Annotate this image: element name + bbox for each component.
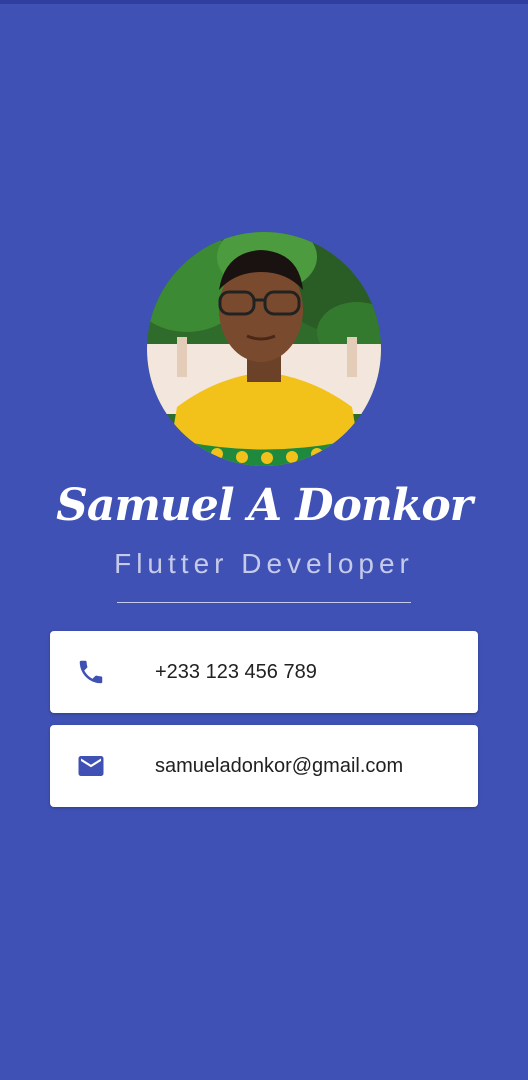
phone-icon bbox=[76, 657, 106, 687]
email-card[interactable]: samueladonkor@gmail.com bbox=[50, 725, 478, 807]
status-bar bbox=[0, 0, 528, 4]
profile-name: Samuel A Donkor bbox=[56, 480, 473, 531]
phone-card[interactable]: +233 123 456 789 bbox=[50, 631, 478, 713]
divider bbox=[117, 602, 411, 603]
avatar-photo bbox=[147, 232, 381, 466]
profile-role: Flutter Developer bbox=[114, 548, 414, 579]
email-address: samueladonkor@gmail.com bbox=[155, 755, 404, 777]
mail-icon bbox=[76, 751, 106, 781]
profile-avatar bbox=[147, 232, 381, 466]
phone-number: +233 123 456 789 bbox=[155, 661, 317, 683]
